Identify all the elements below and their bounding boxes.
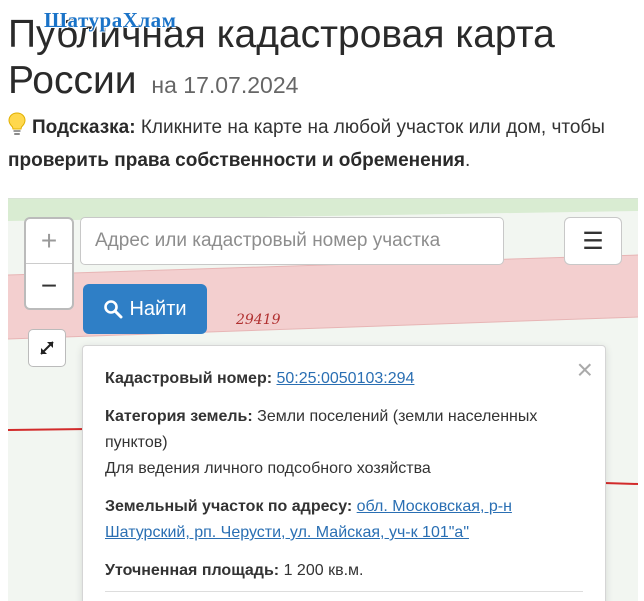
zoom-in-button[interactable]: +: [26, 219, 72, 264]
area-row: Уточненная площадь: 1 200 кв.м.: [105, 558, 583, 584]
land-category-label: Категория земель:: [105, 408, 253, 425]
search-input[interactable]: [80, 217, 504, 265]
hamburger-icon: ☰: [582, 227, 604, 255]
page-date: на 17.07.2024: [151, 72, 299, 98]
boundary-line-left: [8, 428, 89, 431]
search-icon: [104, 300, 123, 319]
land-category-row: Категория земель: Земли поселений (земли…: [105, 404, 583, 482]
land-usage-value: Для ведения личного подсобного хозяйства: [105, 460, 431, 477]
hint-bold-text: проверить права собственности и обремене…: [8, 150, 465, 171]
cadastral-number-row: Кадастровый номер: 50:25:0050103:294: [105, 366, 583, 392]
parcel-info-popup: × Кадастровый номер: 50:25:0050103:294 К…: [82, 345, 606, 601]
parcel-number-label: 29419: [236, 312, 281, 328]
close-icon[interactable]: ×: [577, 356, 593, 384]
area-label: Уточненная площадь:: [105, 562, 280, 579]
hint-end: .: [464, 150, 471, 171]
find-button-label: Найти: [129, 297, 187, 320]
expand-icon: [40, 341, 54, 355]
address-row: Земельный участок по адресу: обл. Москов…: [105, 494, 583, 546]
boundary-line-right: [603, 482, 638, 485]
fullscreen-button[interactable]: [28, 329, 66, 367]
address-label: Земельный участок по адресу:: [105, 498, 353, 515]
zoom-control: + −: [24, 217, 74, 310]
hint: Подсказка: Кликните на карте на любой уч…: [8, 112, 638, 176]
find-button[interactable]: Найти: [83, 284, 207, 334]
lightbulb-icon: [8, 112, 26, 146]
zoom-out-button[interactable]: −: [26, 264, 72, 308]
cadastral-number-label: Кадастровый номер:: [105, 370, 273, 387]
cadastral-number-link[interactable]: 50:25:0050103:294: [277, 370, 415, 387]
menu-button[interactable]: ☰: [564, 217, 622, 265]
hint-text: Кликните на карте на любой участок или д…: [135, 117, 605, 138]
hint-label: Подсказка:: [32, 117, 136, 138]
watermark: ШатураХлам: [44, 8, 177, 32]
popup-divider: [105, 591, 583, 592]
cadastral-map[interactable]: + − ☰ Найти 29419 × Кадастровый номер: 5…: [8, 198, 638, 601]
area-value: 1 200 кв.м.: [283, 562, 364, 579]
